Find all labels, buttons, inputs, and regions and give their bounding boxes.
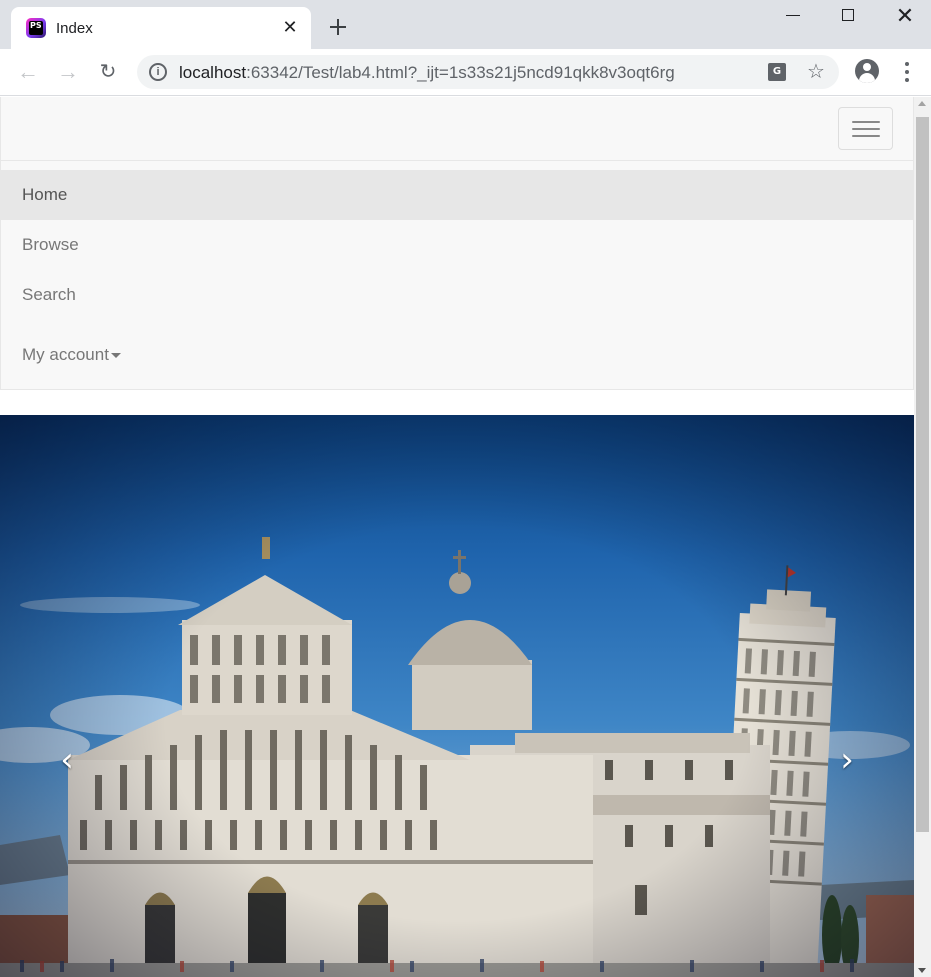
tab-close-icon[interactable]: ✕ xyxy=(281,18,299,36)
caret-down-icon xyxy=(110,353,121,359)
navbar-divider xyxy=(1,160,913,161)
browser-menu-icon[interactable] xyxy=(897,60,917,84)
account-avatar-icon[interactable] xyxy=(855,59,879,83)
image-carousel: ‹ › xyxy=(0,415,914,977)
tab-title: Index xyxy=(56,20,93,37)
browser-tab-strip: PS Index ✕ ✕ xyxy=(0,0,931,49)
window-minimize-button[interactable] xyxy=(786,15,800,16)
browser-toolbar: ← → ↻ i localhost:63342/Test/lab4.html?_… xyxy=(0,49,931,96)
scroll-up-arrow-icon[interactable] xyxy=(918,101,926,106)
nav-item-browse[interactable]: Browse xyxy=(1,220,913,270)
window-close-button[interactable]: ✕ xyxy=(893,4,917,28)
new-tab-button[interactable] xyxy=(328,17,348,37)
url-text[interactable]: localhost:63342/Test/lab4.html?_ijt=1s33… xyxy=(179,63,675,83)
url-path: :63342/Test/lab4.html?_ijt=1s33s21j5ncd9… xyxy=(246,63,675,82)
phpstorm-favicon-icon: PS xyxy=(26,18,46,38)
page-scrollbar[interactable] xyxy=(914,97,931,977)
forward-arrow-icon[interactable]: → xyxy=(55,59,81,85)
back-arrow-icon[interactable]: ← xyxy=(15,59,41,85)
nav-item-my-account[interactable]: My account xyxy=(1,320,913,390)
scroll-down-arrow-icon[interactable] xyxy=(918,968,926,973)
navbar: Home Browse Search My account xyxy=(0,97,914,390)
nav-item-search[interactable]: Search xyxy=(1,270,913,320)
reload-icon[interactable]: ↻ xyxy=(95,59,121,85)
window-maximize-button[interactable] xyxy=(842,9,854,21)
my-account-label: My account xyxy=(22,345,109,364)
bookmark-star-icon[interactable]: ☆ xyxy=(807,59,825,84)
carousel-slide-image xyxy=(0,537,914,977)
scroll-thumb[interactable] xyxy=(916,117,929,832)
page-viewport: Home Browse Search My account ‹ › xyxy=(0,97,931,977)
nav-list: Home Browse Search My account xyxy=(1,170,913,390)
browser-tab[interactable]: PS Index ✕ xyxy=(11,7,311,49)
hamburger-menu-icon[interactable] xyxy=(838,107,893,150)
carousel-prev-chevron-icon[interactable]: ‹ xyxy=(52,740,82,780)
carousel-next-chevron-icon[interactable]: › xyxy=(832,740,862,780)
url-host: localhost xyxy=(179,63,247,82)
address-bar[interactable]: i localhost:63342/Test/lab4.html?_ijt=1s… xyxy=(137,55,839,89)
info-icon[interactable]: i xyxy=(149,63,167,81)
nav-item-home[interactable]: Home xyxy=(1,170,913,220)
translate-icon[interactable]: G xyxy=(768,63,786,81)
